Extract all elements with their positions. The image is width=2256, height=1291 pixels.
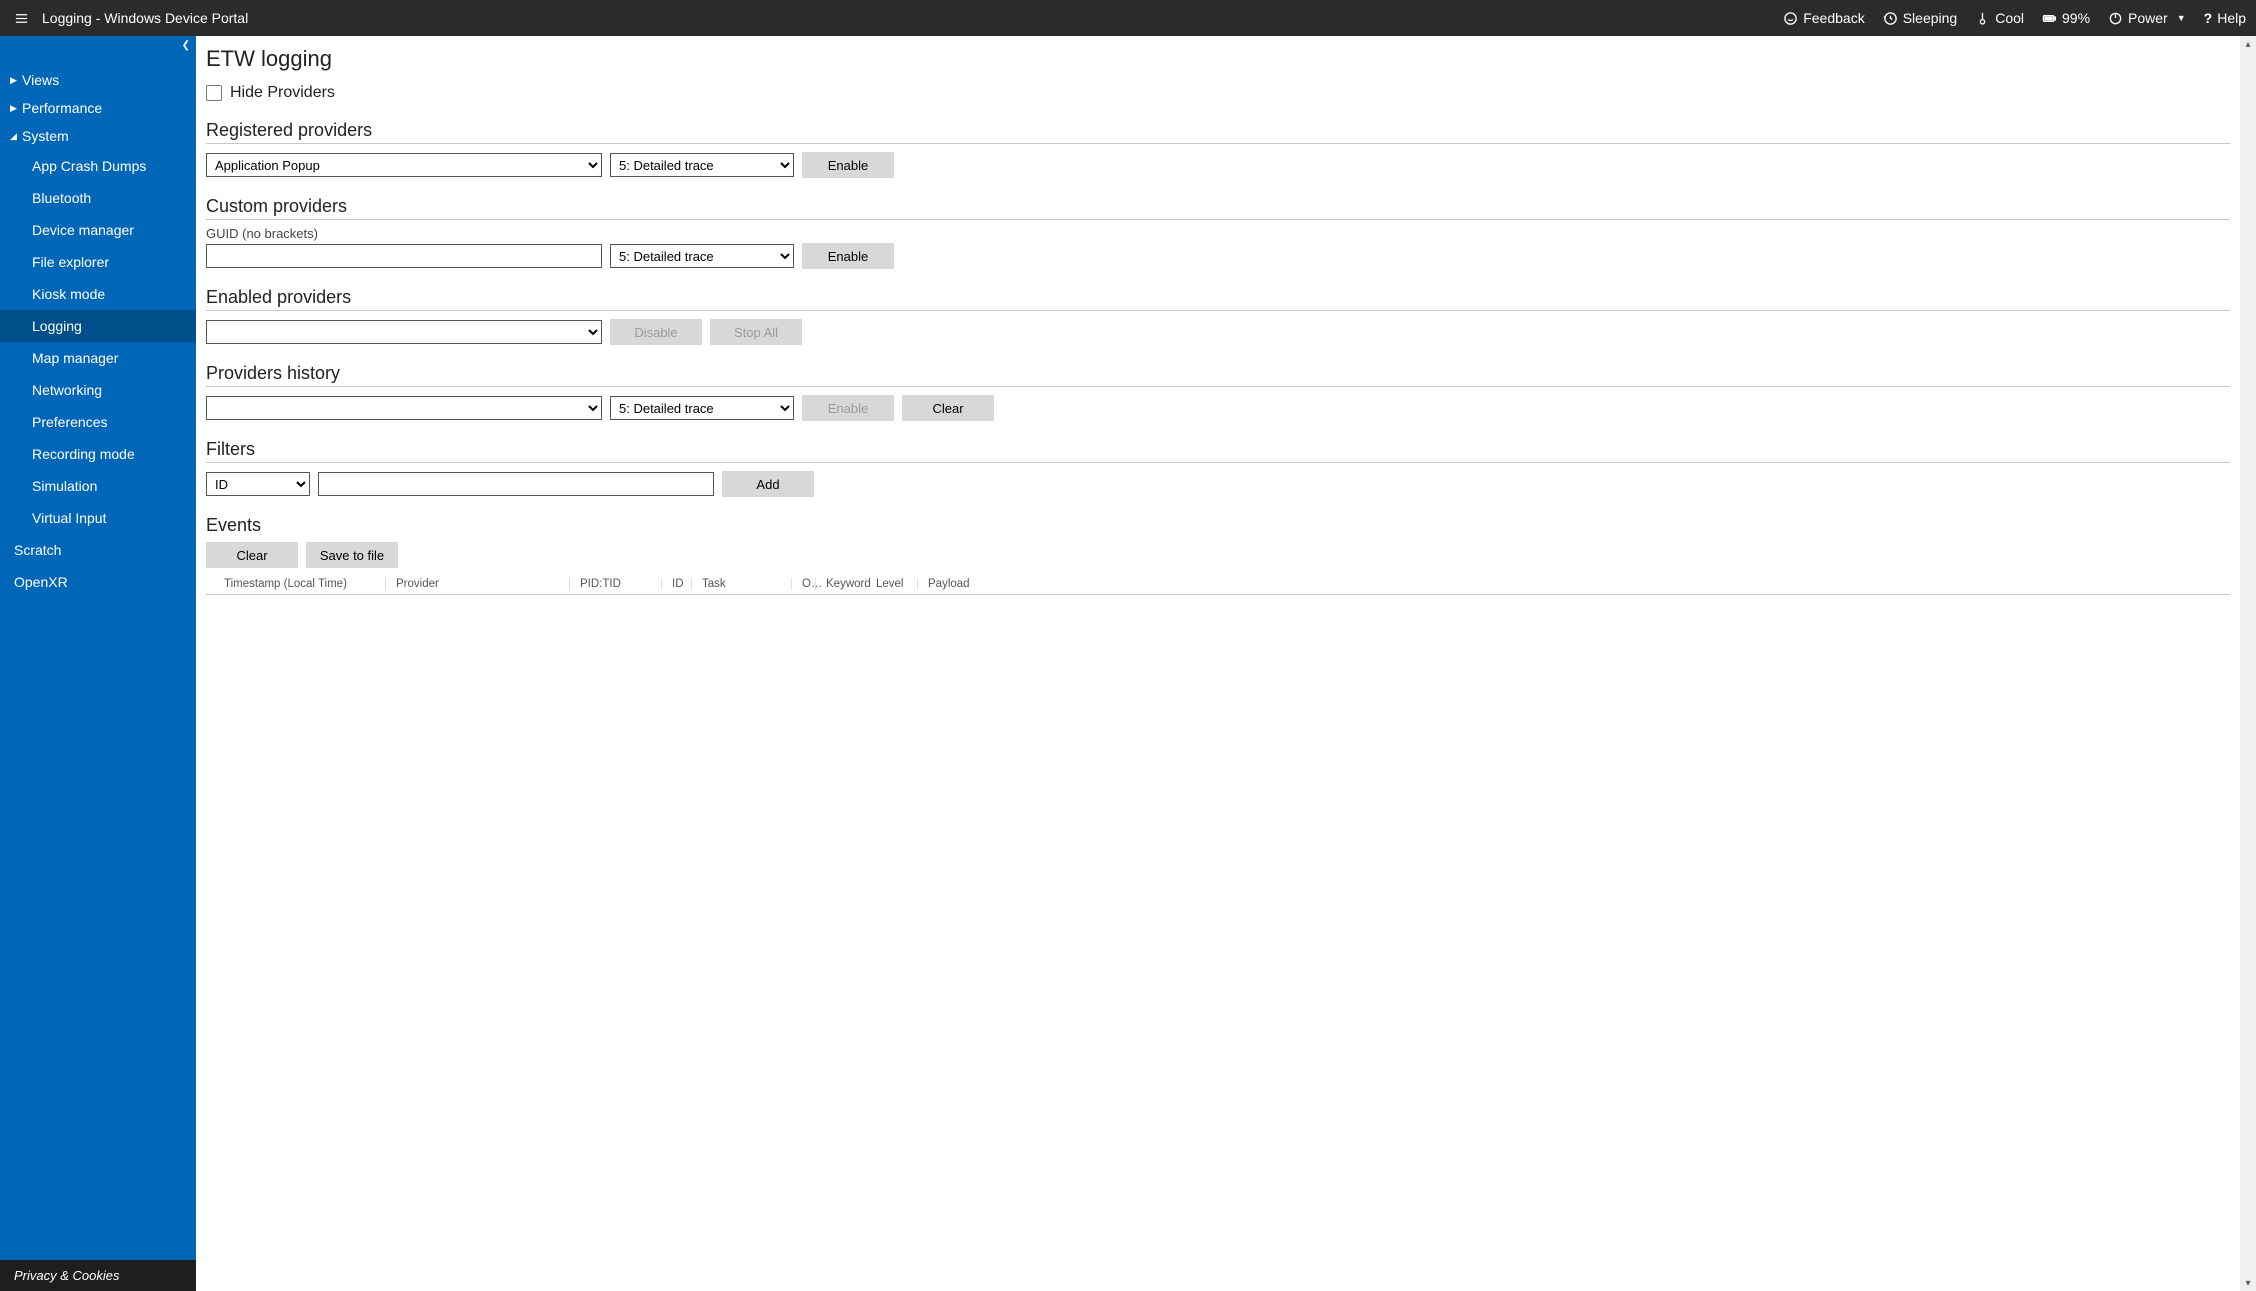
history-level-select[interactable]: 5: Detailed trace bbox=[610, 396, 794, 420]
window-title: Logging - Windows Device Portal bbox=[42, 10, 248, 26]
history-enable-button[interactable]: Enable bbox=[802, 395, 894, 421]
column-level[interactable]: Level bbox=[866, 578, 918, 590]
column-payload[interactable]: Payload bbox=[918, 578, 2230, 590]
sleep-status[interactable]: Sleeping bbox=[1883, 10, 1958, 26]
column-provider[interactable]: Provider bbox=[386, 578, 570, 590]
guid-input[interactable] bbox=[206, 244, 602, 268]
registered-level-select[interactable]: 5: Detailed trace bbox=[610, 153, 794, 177]
system-label: System bbox=[22, 128, 69, 144]
enabled-provider-select[interactable] bbox=[206, 320, 602, 344]
registered-enable-button[interactable]: Enable bbox=[802, 152, 894, 178]
column-timestamp[interactable]: Timestamp (Local Time) bbox=[206, 578, 386, 590]
top-bar: Logging - Windows Device Portal Feedback… bbox=[0, 0, 2256, 36]
caret-down-icon: ◢ bbox=[10, 131, 20, 142]
sidebar-item-scratch[interactable]: Scratch bbox=[0, 534, 196, 566]
filter-field-select[interactable]: ID bbox=[206, 472, 310, 496]
power-label: Power bbox=[2128, 10, 2168, 26]
performance-label: Performance bbox=[22, 100, 102, 116]
column-opcode[interactable]: O… bbox=[792, 578, 816, 590]
disable-button[interactable]: Disable bbox=[610, 319, 702, 345]
feedback-link[interactable]: Feedback bbox=[1783, 10, 1864, 26]
caret-right-icon: ▶ bbox=[10, 75, 20, 86]
privacy-cookies-link[interactable]: Privacy & Cookies bbox=[0, 1260, 196, 1291]
history-clear-button[interactable]: Clear bbox=[902, 395, 994, 421]
events-clear-button[interactable]: Clear bbox=[206, 542, 298, 568]
custom-enable-button[interactable]: Enable bbox=[802, 243, 894, 269]
hide-providers-label: Hide Providers bbox=[230, 84, 335, 102]
sidebar-item-logging[interactable]: Logging bbox=[0, 310, 196, 342]
sidebar-item-bluetooth[interactable]: Bluetooth bbox=[0, 182, 196, 214]
menu-icon[interactable] bbox=[10, 7, 32, 29]
scroll-down-icon[interactable]: ▾ bbox=[2240, 1275, 2256, 1291]
sidebar-item-app-crash-dumps[interactable]: App Crash Dumps bbox=[0, 150, 196, 182]
power-icon bbox=[2108, 11, 2123, 26]
events-heading: Events bbox=[206, 515, 2230, 538]
sidebar-item-openxr[interactable]: OpenXR bbox=[0, 566, 196, 598]
column-task[interactable]: Task bbox=[692, 578, 792, 590]
main-content: ETW logging Hide Providers Registered pr… bbox=[196, 36, 2240, 1291]
battery-icon bbox=[2042, 11, 2057, 26]
filter-value-input[interactable] bbox=[318, 472, 714, 496]
power-menu[interactable]: Power ▼ bbox=[2108, 10, 2186, 26]
sidebar-item-recording-mode[interactable]: Recording mode bbox=[0, 438, 196, 470]
sidebar-category-performance[interactable]: ▶ Performance bbox=[0, 94, 196, 122]
sleep-label: Sleeping bbox=[1903, 10, 1958, 26]
filters-heading: Filters bbox=[206, 439, 2230, 463]
events-table: Timestamp (Local Time) Provider PID:TID … bbox=[206, 574, 2230, 595]
temperature-label: Cool bbox=[1995, 10, 2024, 26]
sidebar: ❮ ▶ Views ▶ Performance ◢ System App Cra… bbox=[0, 36, 196, 1291]
custom-providers-heading: Custom providers bbox=[206, 196, 2230, 220]
battery-status[interactable]: 99% bbox=[2042, 10, 2090, 26]
column-pidtid[interactable]: PID:TID bbox=[570, 578, 662, 590]
sidebar-item-map-manager[interactable]: Map manager bbox=[0, 342, 196, 374]
chevron-down-icon: ▼ bbox=[2177, 13, 2186, 23]
sidebar-item-kiosk-mode[interactable]: Kiosk mode bbox=[0, 278, 196, 310]
column-keyword[interactable]: Keyword bbox=[816, 578, 866, 590]
caret-right-icon: ▶ bbox=[10, 103, 20, 114]
battery-label: 99% bbox=[2062, 10, 2090, 26]
sidebar-item-device-manager[interactable]: Device manager bbox=[0, 214, 196, 246]
page-title: ETW logging bbox=[206, 46, 2230, 72]
custom-level-select[interactable]: 5: Detailed trace bbox=[610, 244, 794, 268]
filter-add-button[interactable]: Add bbox=[722, 471, 814, 497]
smile-icon bbox=[1783, 11, 1798, 26]
sidebar-category-system[interactable]: ◢ System bbox=[0, 122, 196, 150]
feedback-label: Feedback bbox=[1803, 10, 1864, 26]
help-link[interactable]: ? Help bbox=[2204, 10, 2246, 26]
history-provider-select[interactable] bbox=[206, 396, 602, 420]
sidebar-item-preferences[interactable]: Preferences bbox=[0, 406, 196, 438]
guid-field-label: GUID (no brackets) bbox=[206, 226, 2230, 241]
sidebar-item-virtual-input[interactable]: Virtual Input bbox=[0, 502, 196, 534]
vertical-scrollbar[interactable]: ▴ ▾ bbox=[2240, 36, 2256, 1291]
temperature-status[interactable]: Cool bbox=[1975, 10, 2024, 26]
stop-all-button[interactable]: Stop All bbox=[710, 319, 802, 345]
column-id[interactable]: ID bbox=[662, 578, 692, 590]
sidebar-item-file-explorer[interactable]: File explorer bbox=[0, 246, 196, 278]
sidebar-item-networking[interactable]: Networking bbox=[0, 374, 196, 406]
events-save-button[interactable]: Save to file bbox=[306, 542, 398, 568]
history-icon bbox=[1883, 11, 1898, 26]
enabled-providers-heading: Enabled providers bbox=[206, 287, 2230, 311]
question-icon: ? bbox=[2204, 10, 2213, 26]
registered-providers-heading: Registered providers bbox=[206, 120, 2230, 144]
events-table-header: Timestamp (Local Time) Provider PID:TID … bbox=[206, 574, 2230, 595]
hide-providers-checkbox[interactable] bbox=[206, 85, 222, 101]
registered-provider-select[interactable]: Application Popup bbox=[206, 153, 602, 177]
views-label: Views bbox=[22, 72, 59, 88]
sidebar-category-views[interactable]: ▶ Views bbox=[0, 66, 196, 94]
sidebar-item-simulation[interactable]: Simulation bbox=[0, 470, 196, 502]
providers-history-heading: Providers history bbox=[206, 363, 2230, 387]
thermometer-icon bbox=[1975, 11, 1990, 26]
scroll-up-icon[interactable]: ▴ bbox=[2240, 36, 2256, 52]
sidebar-collapse-icon[interactable]: ❮ bbox=[182, 40, 190, 51]
help-label: Help bbox=[2217, 10, 2246, 26]
